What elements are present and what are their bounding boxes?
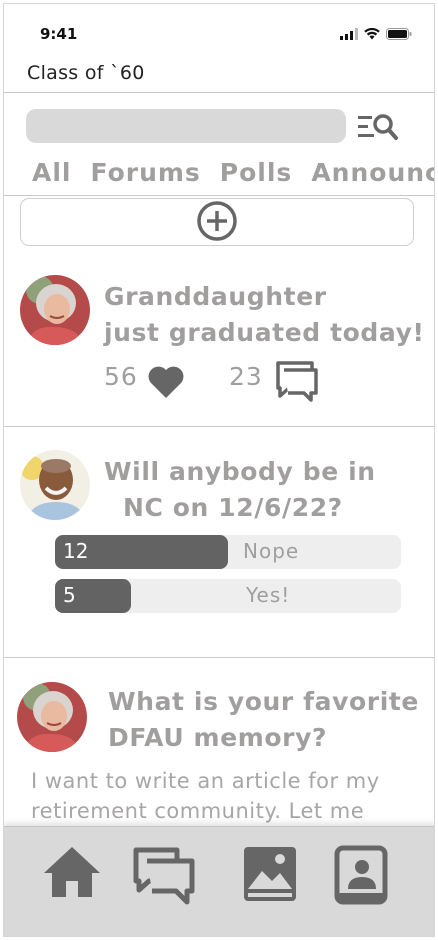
heart-icon[interactable]	[146, 362, 186, 400]
bottom-nav	[4, 826, 434, 936]
poll-title-line: NC on 12/6/22?	[123, 493, 343, 522]
home-icon	[44, 847, 100, 897]
forum-icon	[133, 847, 195, 905]
nav-directory-button[interactable]	[334, 845, 388, 909]
wifi-icon	[364, 28, 380, 40]
post-title-line: DFAU memory?	[108, 723, 328, 752]
woman-avatar-icon	[17, 682, 87, 752]
post-divider	[4, 657, 434, 658]
post-title-line: just graduated today!	[104, 318, 425, 347]
status-icons	[340, 28, 412, 40]
search-input[interactable]	[26, 109, 346, 143]
tab-all[interactable]: All	[32, 158, 72, 187]
poll-option-fill: 5	[55, 579, 131, 613]
poll-option-label: Yes!	[246, 583, 291, 607]
poll-option[interactable]: 12 Nope	[55, 535, 401, 569]
post-body: I want to write an article for my retire…	[31, 769, 380, 823]
avatar[interactable]	[20, 450, 90, 520]
poll-option-count: 5	[63, 583, 76, 607]
poll-title-line: Will anybody be in	[104, 457, 376, 486]
poll-option[interactable]: 5 Yes!	[55, 579, 401, 613]
poll-option-label: Nope	[243, 539, 300, 563]
man-avatar-icon	[20, 450, 90, 520]
tabs-divider	[4, 195, 434, 196]
post-title[interactable]: Granddaughter just graduated today!	[104, 279, 425, 351]
header-divider	[4, 92, 434, 93]
post-divider	[4, 426, 434, 427]
page-title: Class of `60	[27, 62, 145, 84]
status-time: 9:41	[40, 25, 78, 43]
category-tabs: All Forums Polls Announcements	[32, 158, 434, 187]
contact-book-icon	[334, 845, 388, 905]
avatar[interactable]	[20, 275, 90, 345]
post-title-line: What is your favorite	[108, 687, 419, 716]
image-gallery-icon	[244, 847, 296, 901]
nav-home-button[interactable]	[42, 845, 102, 903]
add-post-button[interactable]	[20, 198, 414, 246]
post-title[interactable]: What is your favorite DFAU memory?	[108, 684, 419, 756]
tab-forums[interactable]: Forums	[91, 158, 201, 187]
battery-icon	[386, 28, 412, 40]
post-title-line: Granddaughter	[104, 282, 327, 311]
comment-icon[interactable]	[274, 360, 318, 402]
search-list-icon	[358, 114, 398, 140]
comment-count: 23	[229, 362, 263, 391]
poll-title[interactable]: Will anybody be in NC on 12/6/22?	[104, 454, 376, 526]
woman-avatar-icon	[20, 275, 90, 345]
poll-option-count: 12	[63, 539, 89, 563]
nav-forums-button[interactable]	[133, 847, 195, 909]
like-count: 56	[104, 362, 138, 391]
poll-option-fill: 12	[55, 535, 228, 569]
app-frame: 9:41 Class of `60 All Forums Polls Annou…	[3, 3, 435, 937]
tab-announcements[interactable]: Announcements	[311, 158, 434, 187]
search-filter-button[interactable]	[356, 110, 400, 144]
tab-polls[interactable]: Polls	[220, 158, 293, 187]
avatar[interactable]	[17, 682, 87, 752]
plus-circle-icon	[197, 201, 237, 241]
signal-icon	[340, 28, 358, 40]
nav-photos-button[interactable]	[242, 845, 298, 907]
